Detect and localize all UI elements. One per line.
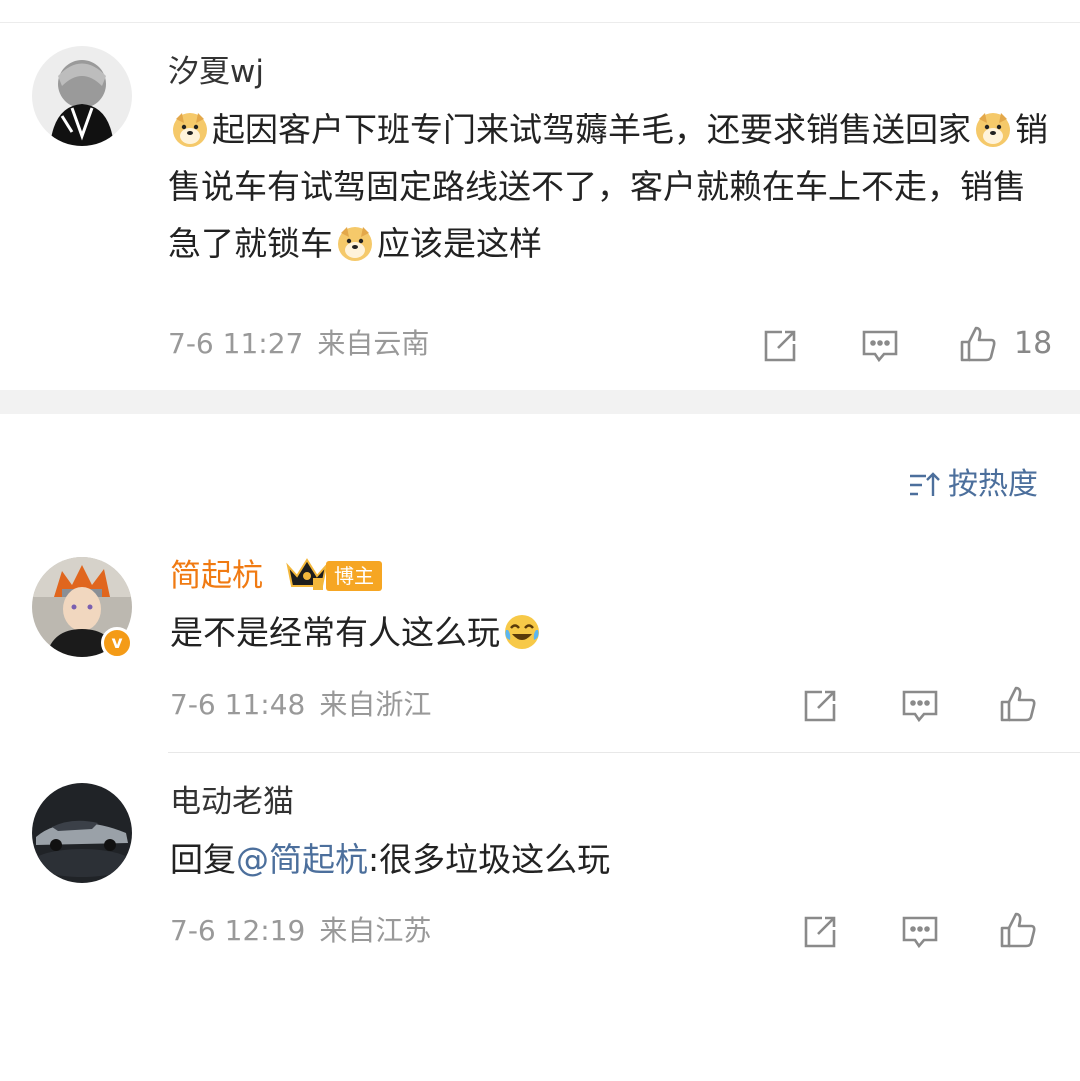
comment-meta: 7-6 11:48 来自浙江 xyxy=(170,687,445,723)
comment-username[interactable]: 简起杭 xyxy=(170,556,263,596)
post-text-part-3: 应该是这样 xyxy=(377,224,542,263)
doge-emoji xyxy=(335,223,375,263)
doge-emoji xyxy=(973,109,1013,149)
post-location: 来自云南 xyxy=(317,327,430,360)
verified-badge: v xyxy=(101,627,133,659)
post-text-part-1: 起因客户下班专门来试驾薅羊毛，还要求销售送回家 xyxy=(212,110,971,149)
reply-meta: 7-6 12:19 来自江苏 xyxy=(170,913,445,949)
post-like-count: 18 xyxy=(1014,326,1053,361)
post-username[interactable]: 汐夏wj xyxy=(168,52,264,92)
share-icon[interactable] xyxy=(800,686,840,726)
share-icon[interactable] xyxy=(800,912,840,952)
comment-location: 来自浙江 xyxy=(319,688,432,721)
sort-label: 按热度 xyxy=(948,467,1038,502)
blogger-badge: 博主 xyxy=(326,561,382,591)
post-meta: 7-6 11:27 来自云南 xyxy=(168,326,443,362)
share-icon[interactable] xyxy=(760,326,800,366)
section-separator xyxy=(0,390,1080,414)
reply-text-body: :很多垃圾这么玩 xyxy=(368,840,611,879)
sort-icon xyxy=(910,472,940,496)
post-text: 起因客户下班专门来试驾薅羊毛，还要求销售送回家 销售说车有试驾固定路线送不了，客户… xyxy=(168,101,1048,272)
comment-icon[interactable] xyxy=(860,326,900,366)
like-icon[interactable] xyxy=(958,324,998,364)
comment-time: 7-6 11:48 xyxy=(170,688,306,721)
reply-location: 来自江苏 xyxy=(319,914,432,947)
doge-emoji xyxy=(170,109,210,149)
crown-icon xyxy=(286,558,328,590)
comment-icon[interactable] xyxy=(900,912,940,952)
like-icon[interactable] xyxy=(998,684,1038,724)
comment-text: 是不是经常有人这么玩 xyxy=(170,604,544,661)
sort-toggle[interactable]: 按热度 xyxy=(908,465,1038,505)
reply-avatar[interactable] xyxy=(32,783,132,883)
laugh-cry-emoji xyxy=(502,612,542,652)
like-icon[interactable] xyxy=(998,910,1038,950)
reply-mention-link[interactable]: @简起杭 xyxy=(236,840,368,879)
reply-time: 7-6 12:19 xyxy=(170,914,306,947)
reply-prefix: 回复 xyxy=(170,840,236,879)
reply-username[interactable]: 电动老猫 xyxy=(170,782,294,822)
post-avatar[interactable] xyxy=(32,46,132,146)
top-divider xyxy=(0,22,1080,23)
comment-icon[interactable] xyxy=(900,686,940,726)
reply-text: 回复@简起杭:很多垃圾这么玩 xyxy=(170,831,610,888)
comment-text-body: 是不是经常有人这么玩 xyxy=(170,613,500,652)
post-time: 7-6 11:27 xyxy=(168,327,304,360)
comment-divider xyxy=(168,752,1080,753)
